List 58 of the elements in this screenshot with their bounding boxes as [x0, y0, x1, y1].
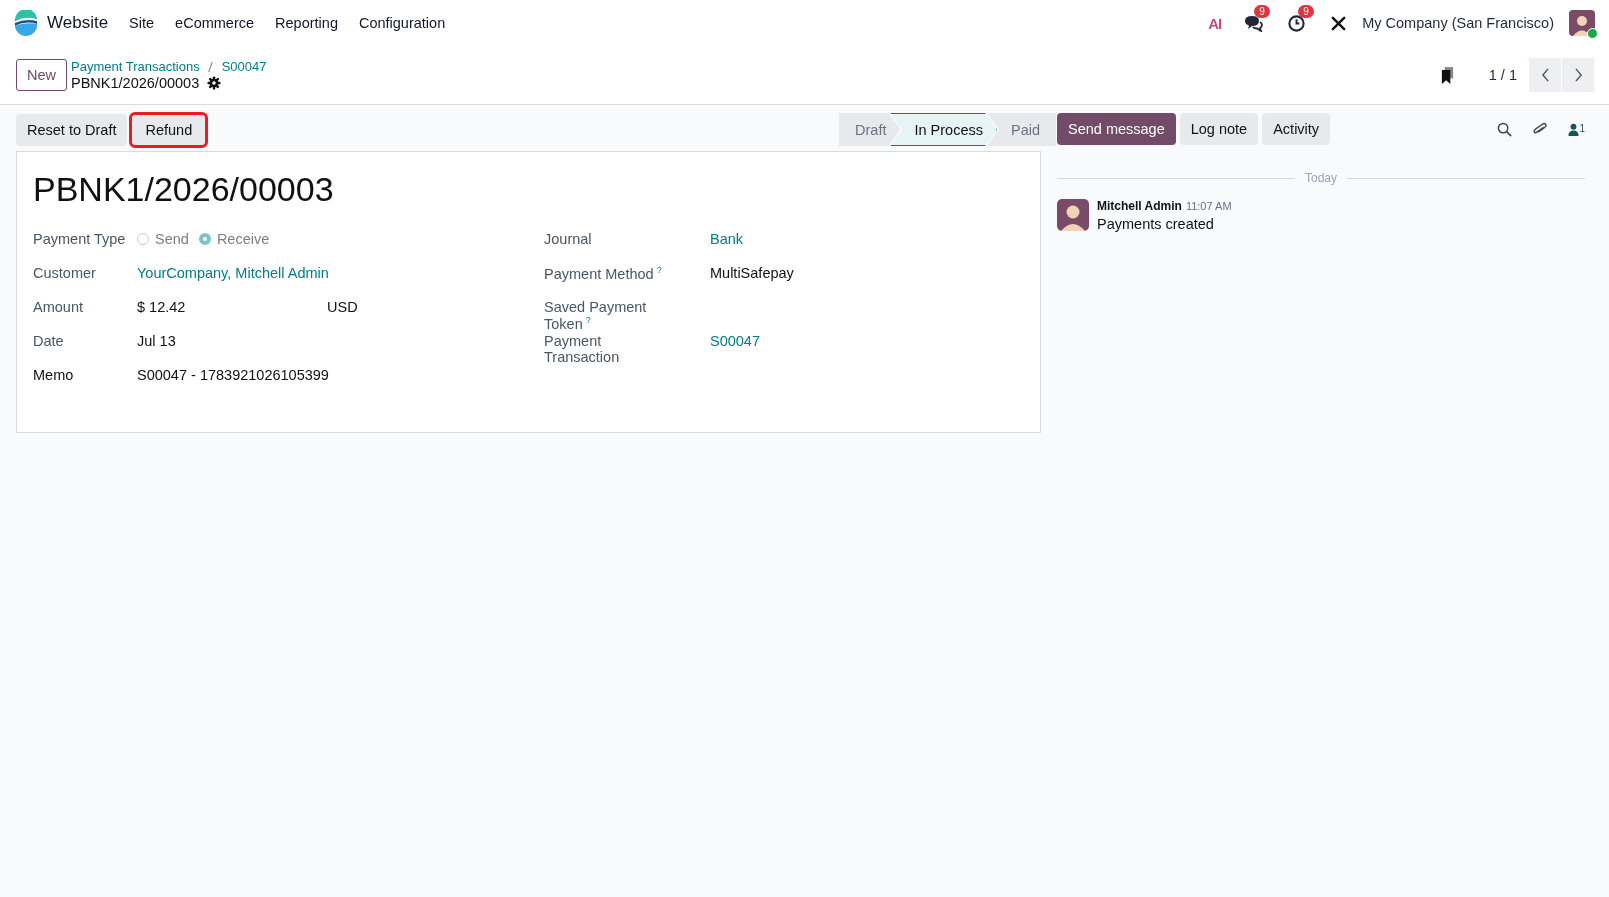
followers-count: 1: [1579, 122, 1585, 136]
field-label: Payment Method $^{?}$: [544, 265, 663, 282]
message-author: Mitchell Admin: [1097, 199, 1182, 213]
field-label: Date: [33, 333, 65, 349]
action-button[interactable]: Reset to Draft: [16, 113, 128, 146]
chatter-button[interactable]: Log note: [1179, 113, 1259, 145]
field-value[interactable]: Jul 13: [137, 333, 176, 349]
ai-button[interactable]: AI: [1208, 14, 1222, 32]
chatter-button[interactable]: Send message: [1057, 113, 1176, 145]
field-value[interactable]: S00047 - 1783921026105399: [137, 367, 329, 383]
chevron-left-icon: [1540, 68, 1550, 82]
action-button[interactable]: Refund: [131, 113, 207, 146]
menu-item[interactable]: Reporting: [275, 15, 338, 31]
app-logo-icon[interactable]: [13, 10, 39, 36]
followers-icon[interactable]: [1568, 122, 1580, 136]
field-label: Journal: [544, 231, 593, 247]
radio-option[interactable]: Receive: [198, 231, 270, 247]
field-label: Payment Type: [33, 231, 127, 247]
menu-item[interactable]: eCommerce: [175, 15, 255, 31]
company-switcher[interactable]: My Company (San Francisco): [1362, 15, 1554, 31]
field-label: Payment Transaction: [544, 333, 621, 365]
status-stage[interactable]: Draft: [839, 113, 901, 146]
field-label: Amount: [33, 299, 84, 315]
message-body: Payments created: [1097, 216, 1215, 232]
record-title: PBNK1/2026/00003: [33, 170, 335, 209]
field-label: Memo: [33, 367, 75, 383]
status-stage[interactable]: In Process: [890, 113, 997, 146]
user-avatar[interactable]: [1569, 10, 1595, 36]
breadcrumb-link[interactable]: S00047: [221, 59, 267, 74]
chatter-button[interactable]: Activity: [1262, 113, 1331, 145]
clock-icon[interactable]: [1287, 13, 1307, 33]
message-time: 11:07 AM: [1185, 200, 1232, 212]
record-name: PBNK1/2026/00003: [71, 75, 200, 91]
chevron-right-icon: [1573, 68, 1583, 82]
bookmark-icon[interactable]: [1439, 65, 1455, 85]
field-link[interactable]: S00047: [710, 333, 760, 349]
field-value[interactable]: $ 12.42: [137, 299, 327, 315]
message-count-badge: 9: [1254, 5, 1270, 18]
field-label: Saved Payment Token $^{?}$: [544, 299, 648, 332]
app-name[interactable]: Website: [47, 13, 109, 33]
author-avatar: [1057, 199, 1089, 231]
field-link[interactable]: YourCompany, Mitchell Admin: [137, 265, 329, 281]
status-stage[interactable]: Paid: [986, 113, 1056, 146]
field-value[interactable]: MultiSafepay: [710, 265, 794, 281]
new-button[interactable]: New: [16, 59, 67, 91]
menu-item[interactable]: Configuration: [358, 15, 446, 31]
radio-option[interactable]: Send: [137, 231, 189, 247]
menu-item[interactable]: Site: [129, 15, 155, 31]
breadcrumb-link[interactable]: Payment Transactions: [71, 59, 200, 74]
settings-icon[interactable]: [207, 76, 222, 90]
chat-icon[interactable]: [1243, 14, 1264, 32]
date-divider: Today: [1305, 171, 1337, 185]
field-label: Customer: [33, 265, 97, 281]
search-icon[interactable]: [1497, 121, 1513, 137]
pager-counter[interactable]: 1 / 1: [1488, 67, 1517, 83]
currency-value[interactable]: USD: [327, 299, 358, 315]
field-link[interactable]: Bank: [710, 231, 744, 247]
activity-count-badge: 9: [1298, 4, 1314, 18]
